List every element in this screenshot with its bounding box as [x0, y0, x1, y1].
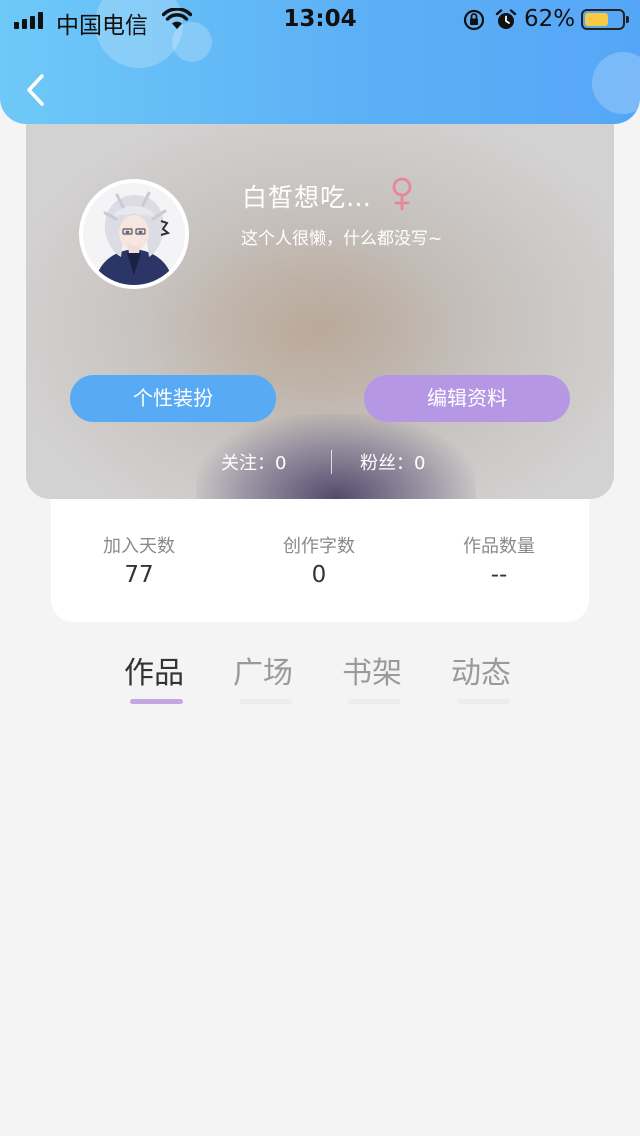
- tab-indicator-active: [130, 699, 183, 704]
- decor-bubble: [592, 52, 640, 114]
- stat-value: 0: [311, 562, 327, 588]
- divider: [331, 450, 332, 474]
- tab-indicator: [348, 699, 401, 704]
- dress-up-button[interactable]: 个性装扮: [70, 375, 276, 422]
- stat-label: 加入天数: [103, 536, 175, 557]
- female-symbol-icon: [392, 177, 412, 211]
- nickname: 白皙想吃…: [242, 183, 373, 212]
- signature: 这个人很懒，什么都没写~: [241, 229, 443, 249]
- tab-works[interactable]: 作品: [124, 648, 184, 692]
- stat-value: --: [490, 562, 508, 588]
- edit-profile-button[interactable]: 编辑资料: [364, 375, 570, 422]
- battery-icon: [581, 9, 629, 30]
- profile-card: 白皙想吃… 这个人很懒，什么都没写~ 个性装扮 编辑资料 关注：0 粉丝：0: [26, 104, 614, 499]
- stat-works-count: 作品数量 --: [409, 532, 589, 588]
- chevron-left-icon[interactable]: [22, 72, 52, 108]
- stat-label: 创作字数: [283, 536, 355, 557]
- stat-word-count: 创作字数 0: [229, 532, 409, 588]
- fans-count[interactable]: 粉丝：0: [360, 449, 425, 475]
- stat-label: 作品数量: [463, 536, 535, 557]
- tab-indicator: [457, 699, 510, 704]
- tab-activity[interactable]: 动态: [451, 648, 511, 692]
- follow-count[interactable]: 关注：0: [221, 449, 286, 475]
- tab-square[interactable]: 广场: [233, 648, 293, 692]
- status-bar: 中国电信 13:04 62%: [0, 0, 640, 40]
- header-bar: 中国电信 13:04 62%: [0, 0, 640, 124]
- tab-indicator: [239, 699, 292, 704]
- tab-bookshelf[interactable]: 书架: [342, 648, 402, 692]
- rotation-lock-icon: [463, 9, 485, 31]
- stat-join-days: 加入天数 77: [49, 532, 229, 588]
- avatar[interactable]: [79, 179, 189, 289]
- battery-percent: 62%: [524, 6, 576, 32]
- alarm-icon: [495, 9, 517, 29]
- avatar-illustration: [83, 183, 185, 285]
- stat-value: 77: [124, 562, 154, 588]
